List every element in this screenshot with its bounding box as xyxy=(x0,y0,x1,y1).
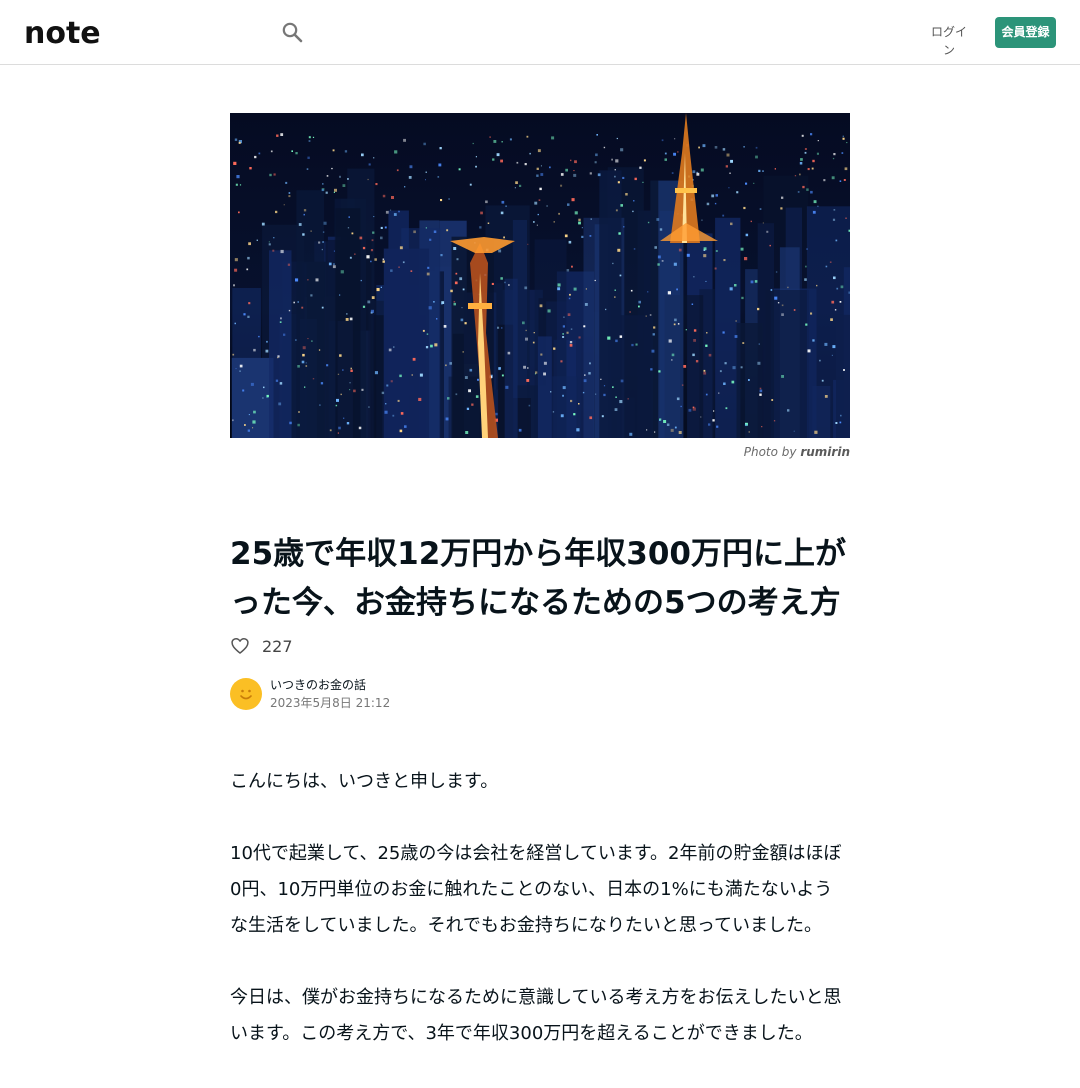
author-avatar[interactable] xyxy=(230,678,262,710)
paragraph: 10代で起業して、25歳の今は会社を経営しています。2年前の貯金額はほぼ0円、1… xyxy=(230,843,842,936)
publish-date: 2023年5月8日 21:12 xyxy=(270,696,391,710)
svg-text:note: note xyxy=(24,17,101,47)
register-button[interactable]: 会員登録 xyxy=(995,17,1056,48)
site-header: note ログイン 会員登録 xyxy=(0,0,1080,65)
author-name[interactable]: いつきのお金の話 xyxy=(270,676,390,694)
heart-icon[interactable] xyxy=(230,636,250,656)
photo-credit: Photo by rumirin xyxy=(743,445,850,459)
login-link[interactable]: ログイン xyxy=(928,23,970,57)
like-row: 227 xyxy=(230,634,293,658)
article-title: 25歳で年収12万円から年収300万円に上がった今、お金持ちになるための5つの考… xyxy=(230,536,846,621)
hero-image xyxy=(230,113,850,438)
tokyo-night-photo xyxy=(230,113,850,438)
paragraph: こんにちは、いつきと申します。 xyxy=(230,771,499,792)
smile-icon xyxy=(240,689,252,700)
photo-credit-author[interactable]: rumirin xyxy=(800,445,850,459)
author-block: いつきのお金の話 2023年5月8日 21:12 xyxy=(230,676,390,712)
search-icon[interactable] xyxy=(280,20,304,44)
like-count: 227 xyxy=(262,636,293,656)
article-body: こんにちは、いつきと申します。 10代で起業して、25歳の今は会社を経営していま… xyxy=(230,764,850,1088)
paragraph: 今日は、僕がお金持ちになるために意識している考え方をお伝えしたいと思います。この… xyxy=(230,987,842,1044)
note-logo[interactable]: note xyxy=(24,17,124,47)
